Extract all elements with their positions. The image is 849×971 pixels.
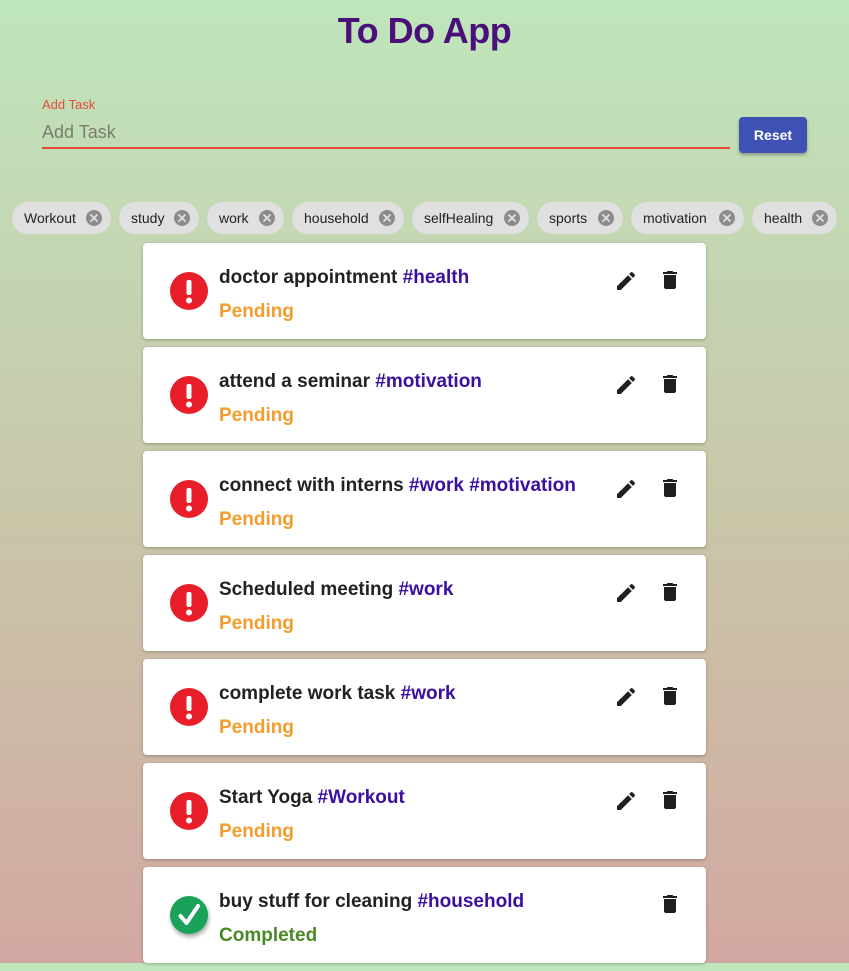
trash-icon[interactable] [658,476,682,500]
pencil-icon[interactable] [614,477,638,501]
tag-chip-household[interactable]: household [292,202,404,234]
check-circle-icon [170,896,208,934]
task-tags: #work [400,683,456,704]
task-tags: #motivation [375,371,482,392]
task-tags: #work [398,579,454,600]
task-title: connect with interns #work #motivation [219,475,576,497]
trash-icon[interactable] [658,788,682,812]
task-title: buy stuff for cleaning #household [219,891,524,913]
tag-chip-label: work [219,210,249,226]
tag-chip-label: study [131,210,165,226]
task-card: complete work task #work Pending [143,659,706,755]
cancel-circle-icon[interactable] [504,210,520,226]
app-title: To Do App [337,10,512,51]
task-card: doctor appointment #health Pending [143,243,706,339]
trash-icon[interactable] [658,372,682,396]
tag-chip-work[interactable]: work [207,202,284,234]
task-list: doctor appointment #health Pending atten… [143,243,706,971]
pencil-icon[interactable] [614,373,638,397]
exclamation-circle-icon [170,376,208,414]
pencil-icon[interactable] [614,269,638,293]
task-tags: #health [402,267,470,288]
cancel-circle-icon[interactable] [812,210,828,226]
task-status: Pending [219,509,294,530]
task-text: attend a seminar [219,371,370,392]
task-text: connect with interns [219,475,404,496]
task-card: connect with interns #work #motivation P… [143,451,706,547]
tag-chip-study[interactable]: study [119,202,199,234]
task-title: complete work task #work [219,683,456,705]
task-status: Pending [219,613,294,634]
task-status: Pending [219,821,294,842]
pencil-icon[interactable] [614,581,638,605]
add-task-field: Add Task [42,97,730,150]
cancel-circle-icon[interactable] [379,210,395,226]
pencil-icon[interactable] [614,789,638,813]
cancel-circle-icon[interactable] [719,210,735,226]
tag-chip-selfhealing[interactable]: selfHealing [412,202,529,234]
task-tags: #work #motivation [409,475,576,496]
trash-icon[interactable] [658,268,682,292]
add-task-input[interactable] [42,117,730,149]
task-title: Scheduled meeting #work [219,579,453,601]
tag-chip-label: selfHealing [424,210,494,226]
task-text: buy stuff for cleaning [219,891,413,912]
task-title: Start Yoga #Workout [219,787,405,809]
task-text: Scheduled meeting [219,579,394,600]
exclamation-circle-icon [170,272,208,310]
task-card: Start Yoga #Workout Pending [143,763,706,859]
task-status: Completed [219,925,318,946]
task-status: Pending [219,405,294,426]
cancel-circle-icon[interactable] [598,210,614,226]
task-text: complete work task [219,683,396,704]
tag-chip-sports[interactable]: sports [537,202,623,234]
trash-icon[interactable] [658,580,682,604]
task-text: Start Yoga [219,787,313,808]
trash-icon[interactable] [658,892,682,916]
task-title: doctor appointment #health [219,267,469,289]
add-task-label: Add Task [42,97,96,112]
tag-chip-label: household [304,210,369,226]
reset-button[interactable]: Reset [739,117,807,153]
task-card: Scheduled meeting #work Pending [143,555,706,651]
task-text: doctor appointment [219,267,398,288]
tag-chip-label: Workout [24,210,76,226]
tag-chip-label: health [764,210,803,226]
tag-chip-workout[interactable]: Workout [12,202,111,234]
tag-chip-list: Workout study work household selfHealing… [0,202,849,234]
cancel-circle-icon[interactable] [174,210,190,226]
task-tags: #household [417,891,525,912]
task-card: attend a seminar #motivation Pending [143,347,706,443]
exclamation-circle-icon [170,792,208,830]
tag-chip-label: motivation [643,210,707,226]
task-title: attend a seminar #motivation [219,371,482,393]
task-status: Pending [219,717,294,738]
task-tags: #Workout [317,787,405,808]
tag-chip-label: sports [549,210,588,226]
task-status: Pending [219,301,294,322]
exclamation-circle-icon [170,584,208,622]
tag-chip-motivation[interactable]: motivation [631,202,744,234]
task-card: buy stuff for cleaning #household Comple… [143,867,706,963]
exclamation-circle-icon [170,688,208,726]
exclamation-circle-icon [170,480,208,518]
cancel-circle-icon[interactable] [86,210,102,226]
tag-chip-health[interactable]: health [752,202,837,234]
pencil-icon[interactable] [614,685,638,709]
trash-icon[interactable] [658,684,682,708]
cancel-circle-icon[interactable] [259,210,275,226]
